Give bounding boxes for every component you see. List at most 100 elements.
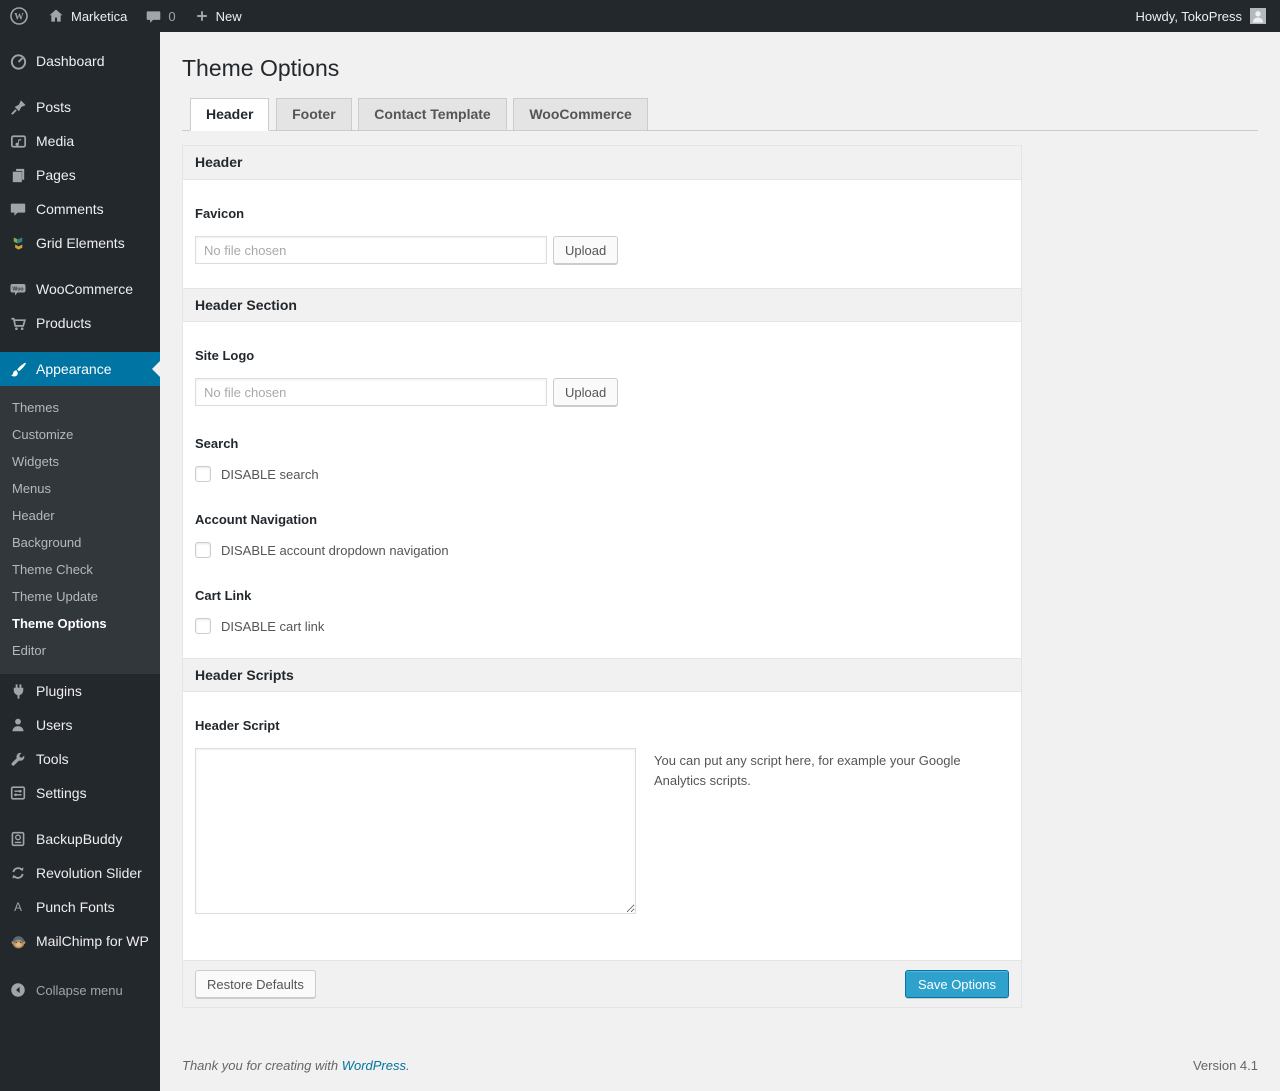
- favicon-file-input[interactable]: [195, 236, 547, 264]
- search-label: Search: [195, 436, 239, 451]
- disable-search-checkbox[interactable]: [195, 466, 211, 482]
- avatar: [1250, 8, 1266, 24]
- tab-header[interactable]: Header: [190, 98, 270, 131]
- submenu-item-theme-check[interactable]: Theme Check: [0, 556, 160, 583]
- sidebar-item-plugins[interactable]: Plugins: [0, 674, 160, 708]
- tab-bar: Header Footer Contact Template WooCommer…: [182, 98, 1258, 131]
- comments-icon: [0, 200, 36, 218]
- section-heading-header-section: Header Section: [183, 288, 1021, 322]
- tab-footer[interactable]: Footer: [276, 98, 352, 131]
- sidebar-item-revolution-slider[interactable]: Revolution Slider: [0, 856, 160, 890]
- favicon-upload-button[interactable]: Upload: [553, 236, 619, 264]
- footer-thanks-text: Thank you for creating with WordPress.: [182, 1058, 410, 1073]
- header-script-help-text: You can put any script here, for example…: [654, 753, 961, 789]
- site-logo-upload-button[interactable]: Upload: [553, 378, 619, 406]
- admin-menu: Dashboard Posts Media Pages Comments Gri…: [0, 32, 160, 1091]
- restore-defaults-button[interactable]: Restore Defaults: [195, 970, 316, 998]
- panel-action-bar: Restore Defaults Save Options: [183, 960, 1021, 1007]
- settings-icon: [0, 784, 36, 802]
- disable-account-nav-checkbox-label: DISABLE account dropdown navigation: [221, 542, 449, 558]
- media-icon: [0, 132, 36, 151]
- submenu-item-widgets[interactable]: Widgets: [0, 448, 160, 475]
- page-title: Theme Options: [182, 55, 340, 81]
- account-navigation-label: Account Navigation: [195, 512, 318, 527]
- wordpress-link[interactable]: WordPress: [342, 1058, 406, 1073]
- submenu-item-customize[interactable]: Customize: [0, 421, 160, 448]
- comment-count: 0: [168, 8, 176, 24]
- wrench-icon: [0, 750, 36, 768]
- sidebar-item-tools[interactable]: Tools: [0, 742, 160, 776]
- submenu-item-theme-options[interactable]: Theme Options: [0, 610, 160, 637]
- sidebar-item-mailchimp[interactable]: MailChimp for WP: [0, 924, 160, 958]
- collapse-menu-button[interactable]: Collapse menu: [0, 973, 160, 1007]
- comments-shortcut[interactable]: 0: [136, 0, 184, 32]
- plugin-icon: [0, 682, 36, 701]
- sidebar-item-dashboard[interactable]: Dashboard: [0, 44, 160, 78]
- cart-link-label: Cart Link: [195, 588, 252, 603]
- admin-footer: Thank you for creating with WordPress. V…: [182, 1058, 1258, 1073]
- header-script-textarea[interactable]: [195, 748, 636, 914]
- new-menu[interactable]: New: [185, 0, 251, 32]
- sidebar-item-media[interactable]: Media: [0, 124, 160, 158]
- sidebar-item-pages[interactable]: Pages: [0, 158, 160, 192]
- sidebar-item-users[interactable]: Users: [0, 708, 160, 742]
- sidebar-item-backupbuddy[interactable]: BackupBuddy: [0, 822, 160, 856]
- pushpin-icon: [0, 98, 36, 117]
- disable-search-checkbox-label: DISABLE search: [221, 466, 319, 482]
- site-logo-label: Site Logo: [195, 348, 255, 363]
- pages-icon: [0, 166, 36, 185]
- theme-options-panel: Header Favicon Upload Header Section Sit…: [182, 145, 1022, 1008]
- svg-text:W: W: [14, 13, 24, 23]
- home-icon: [47, 7, 65, 25]
- svg-text:A: A: [14, 901, 22, 914]
- grid-elements-icon: [0, 234, 36, 253]
- sidebar-item-grid-elements[interactable]: Grid Elements: [0, 226, 160, 260]
- submenu-item-header[interactable]: Header: [0, 502, 160, 529]
- admin-bar: W Marketica 0 New Howdy, TokoPress: [0, 0, 1280, 32]
- section-heading-header-scripts: Header Scripts: [183, 658, 1021, 692]
- sidebar-item-settings[interactable]: Settings: [0, 776, 160, 810]
- woocommerce-icon: Woo: [0, 279, 36, 299]
- dashboard-icon: [0, 52, 36, 71]
- footer-version-text: Version 4.1: [1192, 1058, 1258, 1073]
- howdy-account-link[interactable]: Howdy, TokoPress: [1136, 9, 1242, 24]
- site-logo-file-input[interactable]: [195, 378, 547, 406]
- sidebar-item-woocommerce[interactable]: Woo WooCommerce: [0, 272, 160, 306]
- disable-cart-link-checkbox-label: DISABLE cart link: [221, 618, 325, 634]
- submenu-item-theme-update[interactable]: Theme Update: [0, 583, 160, 610]
- disable-account-nav-checkbox[interactable]: [195, 542, 211, 558]
- plus-icon: [194, 8, 210, 24]
- sidebar-item-posts[interactable]: Posts: [0, 90, 160, 124]
- new-label: New: [215, 8, 242, 24]
- brush-icon: [0, 360, 36, 379]
- collapse-arrow-icon: [0, 981, 36, 999]
- refresh-icon: [0, 864, 36, 882]
- submenu-item-themes[interactable]: Themes: [0, 394, 160, 421]
- header-script-label: Header Script: [195, 718, 280, 733]
- user-icon: [0, 716, 36, 734]
- wordpress-menu[interactable]: W: [0, 0, 38, 32]
- sidebar-item-appearance[interactable]: Appearance: [0, 352, 160, 386]
- submenu-item-background[interactable]: Background: [0, 529, 160, 556]
- tab-woocommerce[interactable]: WooCommerce: [513, 98, 648, 131]
- cart-icon: [0, 314, 36, 333]
- comment-icon: [145, 8, 162, 25]
- section-heading-header: Header: [183, 146, 1021, 180]
- sidebar-item-products[interactable]: Products: [0, 306, 160, 340]
- letter-a-icon: A: [0, 898, 36, 916]
- svg-text:Woo: Woo: [12, 286, 23, 292]
- mailchimp-icon: [0, 932, 36, 951]
- appearance-submenu: Themes Customize Widgets Menus Header Ba…: [0, 386, 160, 674]
- site-link[interactable]: Marketica: [38, 0, 136, 32]
- sidebar-item-comments[interactable]: Comments: [0, 192, 160, 226]
- save-options-button[interactable]: Save Options: [904, 970, 1009, 998]
- submenu-item-editor[interactable]: Editor: [0, 637, 160, 664]
- wordpress-logo-icon: W: [9, 6, 29, 26]
- site-name: Marketica: [71, 8, 128, 24]
- sidebar-item-punch-fonts[interactable]: A Punch Fonts: [0, 890, 160, 924]
- favicon-label: Favicon: [195, 206, 245, 221]
- backup-icon: [0, 830, 36, 848]
- submenu-item-menus[interactable]: Menus: [0, 475, 160, 502]
- disable-cart-link-checkbox[interactable]: [195, 618, 211, 634]
- tab-contact-template[interactable]: Contact Template: [358, 98, 507, 131]
